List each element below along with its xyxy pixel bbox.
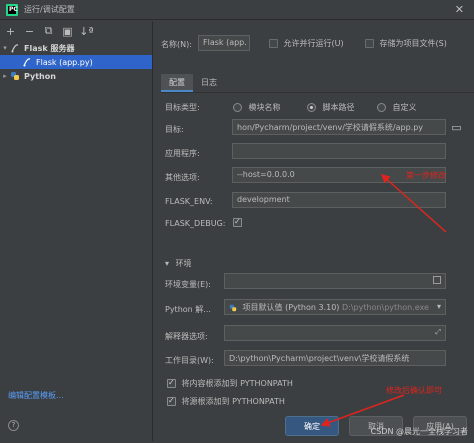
annotation-confirm: 修改后确认即可	[386, 386, 442, 395]
allow-parallel-label: 允许并行运行(U)	[283, 39, 344, 48]
tab-divider	[161, 92, 474, 93]
remove-config-button[interactable]: −	[23, 24, 36, 38]
ok-button[interactable]: 确定	[285, 416, 339, 436]
watermark: CSDN @晨光一全栈学习者	[370, 427, 468, 436]
flask-env-field[interactable]: development	[232, 192, 446, 208]
radio-icon[interactable]	[377, 103, 386, 112]
tree-group-label: Python	[24, 71, 56, 81]
flask-debug-label: FLASK_DEBUG:	[165, 219, 226, 228]
tree-group-flask[interactable]: ▾ Flask 服务器	[0, 41, 152, 55]
add-content-roots-checkbox[interactable]: 将内容根添加到 PYTHONPATH	[167, 378, 293, 389]
add-source-roots-label: 将源根添加到 PYTHONPATH	[181, 397, 285, 406]
radio-script-path[interactable]: 脚本路径	[307, 102, 355, 113]
other-options-label: 其他选项:	[165, 173, 200, 182]
close-icon[interactable]: ✕	[455, 3, 464, 16]
workdir-label: 工作目录(W):	[165, 356, 214, 365]
config-tree: ▾ Flask 服务器 Flask (app.py) ▸ Python	[0, 41, 152, 83]
env-section-header[interactable]: ▾ 环境	[165, 258, 192, 269]
python-icon	[229, 304, 237, 311]
radio-custom[interactable]: 自定义	[377, 102, 417, 113]
triangle-down-icon[interactable]: ▾	[165, 259, 169, 268]
radio-label: 脚本路径	[322, 103, 355, 112]
interp-options-field[interactable]: ⤢	[224, 325, 446, 341]
flask-debug-checkbox[interactable]	[233, 217, 242, 227]
window-title: 运行/调试配置	[24, 5, 75, 14]
app-label: 应用程序:	[165, 149, 200, 158]
annotation-step1: 第一步修改	[406, 171, 446, 180]
add-config-button[interactable]: +	[4, 24, 17, 38]
target-label: 目标:	[165, 125, 184, 134]
add-source-roots-checkbox[interactable]: 将源根添加到 PYTHONPATH	[167, 396, 285, 407]
workdir-field[interactable]: D:\python\Pycharm\project\venv\学校请假系统	[224, 350, 446, 366]
tree-item-label: Flask (app.py)	[36, 57, 93, 67]
interpreter-value: 项目默认值 (Python 3.10)	[242, 303, 340, 312]
tree-item-flask-app[interactable]: Flask (app.py)	[0, 55, 152, 69]
flask-icon	[11, 44, 19, 53]
title-bar: PC 运行/调试配置 ✕	[0, 0, 474, 20]
allow-parallel-checkbox[interactable]: 允许并行运行(U)	[269, 38, 344, 49]
add-content-roots-label: 将内容根添加到 PYTHONPATH	[181, 379, 293, 388]
target-field[interactable]: hon/Pycharm/project/venv/学校请假系统/app.py	[232, 119, 446, 135]
sort-button[interactable]: ↓ª	[79, 24, 93, 38]
tree-group-python[interactable]: ▸ Python	[0, 69, 152, 83]
app-field[interactable]	[232, 143, 446, 159]
folder-button[interactable]: ▣	[61, 24, 74, 38]
tree-group-label: Flask 服务器	[24, 43, 75, 53]
radio-selected-icon[interactable]	[307, 103, 316, 112]
config-toolbar: + − ⧉ ▣ ↓ª	[0, 21, 152, 41]
name-label: 名称(N):	[161, 40, 192, 49]
interpreter-label: Python 解...	[165, 305, 211, 314]
tab-bar: 配置 日志	[161, 74, 225, 92]
env-section-label: 环境	[175, 259, 192, 268]
target-type-label: 目标类型:	[165, 103, 200, 112]
env-vars-label: 环境变量(E):	[165, 280, 211, 289]
python-icon	[11, 72, 19, 80]
radio-icon[interactable]	[233, 103, 242, 112]
flask-icon	[23, 58, 31, 67]
env-vars-field[interactable]	[224, 273, 446, 289]
expand-icon[interactable]: ⤢	[435, 328, 441, 337]
flask-env-label: FLASK_ENV:	[165, 197, 213, 206]
checkbox-icon[interactable]	[269, 39, 278, 48]
config-editor: 名称(N): Flask (app. 允许并行运行(U) 存储为项目文件(S) …	[153, 21, 474, 441]
radio-label: 模块名称	[248, 103, 281, 112]
store-as-file-label: 存储为项目文件(S)	[379, 39, 447, 48]
pycharm-logo-icon: PC	[6, 3, 18, 16]
interpreter-path: D:\python\python.exe	[341, 303, 429, 312]
tab-logs[interactable]: 日志	[193, 74, 225, 92]
interp-options-label: 解释器选项:	[165, 332, 208, 341]
checkbox-checked-icon[interactable]	[167, 378, 176, 388]
radio-label: 自定义	[392, 103, 417, 112]
browse-folder-icon[interactable]: ▭	[450, 120, 463, 134]
checkbox-checked-icon[interactable]	[167, 396, 176, 406]
chevron-right-icon[interactable]: ▸	[0, 72, 10, 80]
chevron-down-icon[interactable]: ▾	[437, 302, 441, 311]
help-icon[interactable]: ?	[8, 420, 19, 431]
edit-env-icon[interactable]	[433, 276, 441, 284]
checkbox-icon[interactable]	[365, 39, 374, 48]
tab-configuration[interactable]: 配置	[161, 74, 193, 92]
name-field[interactable]: Flask (app.	[198, 35, 250, 51]
copy-config-button[interactable]: ⧉	[42, 24, 55, 38]
radio-module-name[interactable]: 模块名称	[233, 102, 281, 113]
chevron-down-icon[interactable]: ▾	[0, 44, 10, 52]
store-as-file-checkbox[interactable]: 存储为项目文件(S)	[365, 38, 447, 49]
edit-templates-link[interactable]: 编辑配置模板...	[8, 390, 64, 401]
interpreter-select[interactable]: 项目默认值 (Python 3.10) D:\python\python.exe…	[224, 299, 446, 315]
